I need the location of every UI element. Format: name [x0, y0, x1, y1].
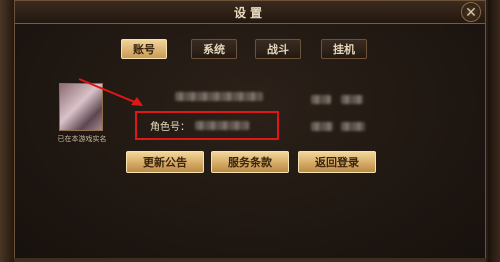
background-scene-left [0, 0, 14, 262]
info-redacted-3 [311, 122, 333, 131]
settings-dialog: 设置 ✕ 账号 系统 战斗 挂机 已在本游戏实名 角色号： 更新公告 服务条款 … [14, 0, 486, 260]
info-redacted-2 [341, 95, 363, 104]
tab-system[interactable]: 系统 [191, 39, 237, 59]
terms-of-service-button[interactable]: 服务条款 [211, 151, 289, 173]
settings-tabs: 账号 系统 战斗 挂机 [15, 39, 485, 59]
info-redacted-4 [341, 122, 365, 131]
info-redacted-1 [311, 95, 331, 104]
account-name-redacted [175, 92, 263, 101]
tab-account[interactable]: 账号 [121, 39, 167, 59]
realname-verified-note: 已在本游戏实名 [57, 135, 107, 143]
background-scene-right [488, 0, 500, 262]
tab-idle[interactable]: 挂机 [321, 39, 367, 59]
annotation-arrow-icon [78, 78, 143, 106]
tab-battle[interactable]: 战斗 [255, 39, 301, 59]
dialog-bottom-edge [14, 258, 486, 262]
return-to-login-button[interactable]: 返回登录 [298, 151, 376, 173]
close-button[interactable]: ✕ [461, 2, 481, 22]
close-icon: ✕ [465, 5, 477, 21]
update-announcement-button[interactable]: 更新公告 [126, 151, 204, 173]
dialog-titlebar: 设置 ✕ [15, 1, 485, 24]
dialog-title: 设置 [233, 6, 266, 20]
annotation-highlight-box [135, 111, 279, 140]
